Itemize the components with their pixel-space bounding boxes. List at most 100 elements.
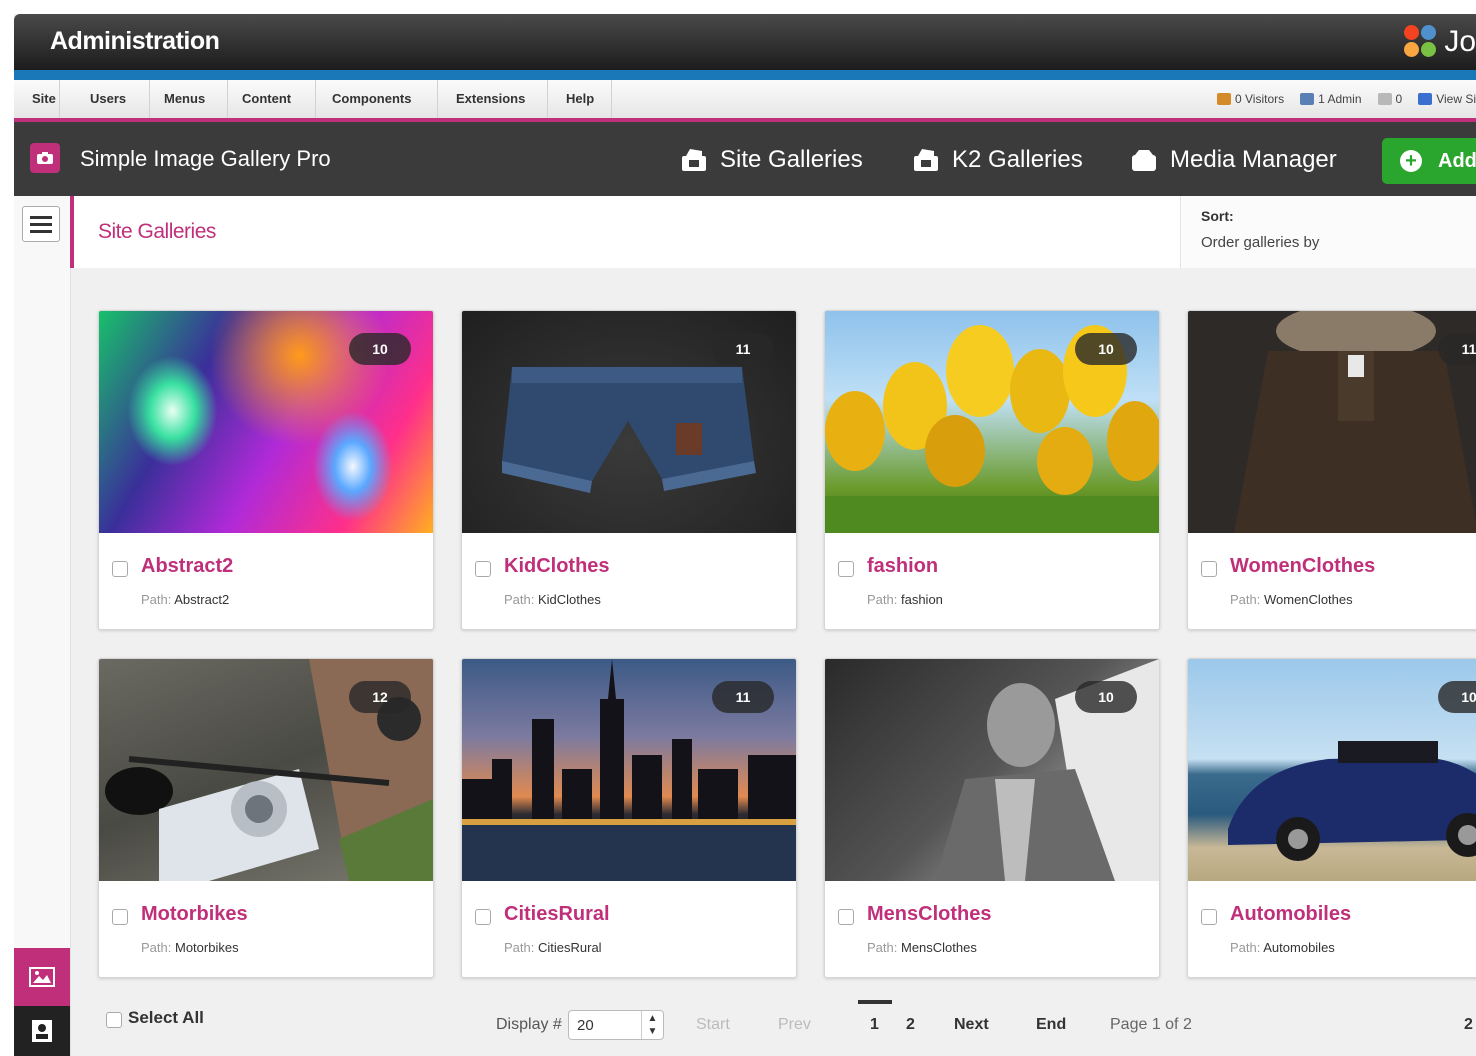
path-value: Abstract2 <box>174 592 230 607</box>
image-count-badge: 10 <box>1075 333 1137 365</box>
gallery-card[interactable]: 10 Automobiles Path: Automobiles <box>1187 658 1476 978</box>
path-prefix: Path: <box>141 592 172 607</box>
sidebar <box>14 196 71 1056</box>
visitors-label: 0 Visitors <box>1235 92 1285 106</box>
image-count-badge: 11 <box>712 681 774 713</box>
add-label: Add <box>1438 149 1476 172</box>
k2-galleries-button[interactable]: K2 Galleries <box>912 144 1083 176</box>
header-strip <box>14 70 1476 80</box>
view-site-link[interactable]: View Si <box>1418 92 1476 106</box>
pagination-end[interactable]: End <box>1036 1016 1066 1034</box>
joomla-logo-icon <box>1404 25 1438 59</box>
gallery-name[interactable]: Motorbikes <box>141 903 248 926</box>
menu-site[interactable]: Site <box>14 80 60 118</box>
path-prefix: Path: <box>1230 592 1261 607</box>
gallery-path: Path: Motorbikes <box>141 940 239 955</box>
gallery-checkbox[interactable] <box>1201 561 1217 577</box>
view-site-label: View Si <box>1436 92 1476 106</box>
image-count-badge: 11 <box>1438 333 1476 365</box>
joomla-brand[interactable]: Jo <box>1404 22 1476 62</box>
hamburger-menu-icon[interactable] <box>22 206 60 242</box>
gallery-name[interactable]: MensClothes <box>867 903 991 926</box>
gallery-name[interactable]: CitiesRural <box>504 903 610 926</box>
admins-label: 1 Admin <box>1318 92 1362 106</box>
gallery-thumbnail[interactable]: 10 <box>1188 659 1476 881</box>
sort-label: Sort: <box>1201 208 1234 224</box>
gallery-checkbox[interactable] <box>1201 909 1217 925</box>
gallery-card[interactable]: 10 MensClothes Path: MensClothes <box>824 658 1160 978</box>
gallery-checkbox[interactable] <box>475 561 491 577</box>
gallery-folder-icon <box>914 149 938 171</box>
pagination-start[interactable]: Start <box>696 1016 730 1034</box>
gallery-thumbnail[interactable]: 11 <box>462 311 796 533</box>
site-galleries-button[interactable]: Site Galleries <box>680 144 863 176</box>
sort-control[interactable]: Sort: Order galleries by <box>1180 196 1476 268</box>
menu-menus[interactable]: Menus <box>150 80 228 118</box>
sidebar-images-button[interactable] <box>14 948 70 1006</box>
camera-icon <box>30 143 60 173</box>
menu-content[interactable]: Content <box>228 80 316 118</box>
gallery-path: Path: CitiesRural <box>504 940 602 955</box>
page-title: Site Galleries <box>98 220 216 243</box>
plus-icon: + <box>1400 150 1422 172</box>
path-value: fashion <box>900 592 943 607</box>
car-image <box>1228 741 1476 861</box>
path-value: CitiesRural <box>537 940 602 955</box>
gallery-name[interactable]: Abstract2 <box>141 555 233 578</box>
gallery-checkbox[interactable] <box>838 561 854 577</box>
select-arrows-icon: ▲ ▼ <box>641 1011 663 1039</box>
sidebar-user-button[interactable] <box>14 1006 70 1056</box>
gallery-thumbnail[interactable]: 11 <box>462 659 796 881</box>
k2-galleries-label: K2 Galleries <box>952 146 1083 173</box>
pagination-page-1[interactable]: 1 <box>870 1016 879 1034</box>
media-manager-button[interactable]: Media Manager <box>1130 144 1337 176</box>
image-count-badge: 11 <box>712 333 774 365</box>
site-galleries-label: Site Galleries <box>720 146 863 173</box>
gallery-thumbnail[interactable]: 10 <box>99 311 433 533</box>
menu-help[interactable]: Help <box>548 80 612 118</box>
gallery-name[interactable]: KidClothes <box>504 555 610 578</box>
gallery-name[interactable]: Automobiles <box>1230 903 1351 926</box>
gallery-checkbox[interactable] <box>112 561 128 577</box>
menu-users[interactable]: Users <box>74 80 150 118</box>
messages-status[interactable]: 0 <box>1377 92 1402 106</box>
gallery-card[interactable]: 11 KidClothes Path: KidClothes <box>461 310 797 630</box>
visitors-status[interactable]: 0 Visitors <box>1217 92 1284 106</box>
pagination-bar: Select All Display # 20 ▲ ▼ Start Prev 1 … <box>98 1000 1476 1056</box>
gallery-path: Path: WomenClothes <box>1230 592 1353 607</box>
gallery-card[interactable]: 10 Abstract2 Path: Abstract2 <box>98 310 434 630</box>
page-info: Page 1 of 2 <box>1110 1016 1192 1033</box>
status-area: 0 Visitors 1 Admin 0 View Si <box>1217 80 1476 118</box>
gallery-checkbox[interactable] <box>475 909 491 925</box>
image-count-badge: 10 <box>1075 681 1137 713</box>
sort-value: Order galleries by <box>1201 234 1320 251</box>
menu-extensions[interactable]: Extensions <box>438 80 548 118</box>
gallery-thumbnail[interactable]: 11 <box>1188 311 1476 533</box>
admins-status[interactable]: 1 Admin <box>1300 92 1362 106</box>
gallery-path: Path: KidClothes <box>504 592 601 607</box>
admin-header: Administration Jo <box>14 14 1476 70</box>
add-gallery-button[interactable]: + Add <box>1382 138 1476 184</box>
gallery-thumbnail[interactable]: 10 <box>825 311 1159 533</box>
select-all-label[interactable]: Select All <box>128 1008 204 1028</box>
gallery-checkbox[interactable] <box>112 909 128 925</box>
component-title: Simple Image Gallery Pro <box>80 146 331 171</box>
gallery-thumbnail[interactable]: 10 <box>825 659 1159 881</box>
gallery-name[interactable]: WomenClothes <box>1230 555 1375 578</box>
gallery-checkbox[interactable] <box>838 909 854 925</box>
gallery-card[interactable]: 11 WomenClothes Path: WomenClothes <box>1187 310 1476 630</box>
gallery-thumbnail[interactable]: 12 <box>99 659 433 881</box>
gallery-name[interactable]: fashion <box>867 555 938 578</box>
messages-icon <box>1377 93 1392 105</box>
display-count-select[interactable]: 20 ▲ ▼ <box>568 1010 664 1040</box>
gallery-card[interactable]: 12 Motorbikes Path: Motorbikes <box>98 658 434 978</box>
gallery-card[interactable]: 11 CitiesRural Path: CitiesRural <box>461 658 797 978</box>
pagination-prev[interactable]: Prev <box>778 1016 811 1034</box>
menu-components[interactable]: Components <box>316 80 438 118</box>
gallery-card[interactable]: 10 fashion Path: fashion <box>824 310 1160 630</box>
jacket-image <box>1234 311 1476 533</box>
select-all-checkbox[interactable] <box>106 1012 122 1028</box>
media-manager-label: Media Manager <box>1170 146 1337 173</box>
pagination-next[interactable]: Next <box>954 1016 989 1034</box>
pagination-page-2[interactable]: 2 <box>906 1016 915 1034</box>
